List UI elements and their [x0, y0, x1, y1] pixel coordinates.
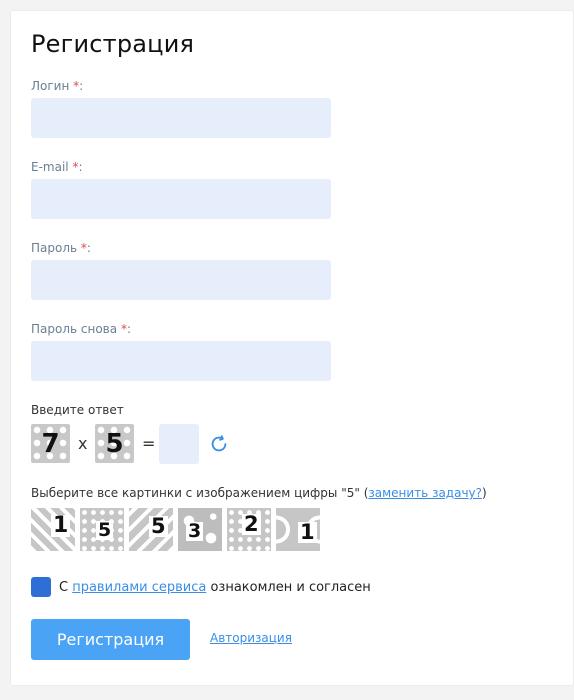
label-colon: :: [126, 322, 131, 336]
captcha-image-tile[interactable]: 1: [31, 508, 75, 551]
captcha-equals: =: [142, 434, 156, 453]
captcha-image-tile[interactable]: 3: [178, 508, 222, 551]
tile-digit: 3: [186, 520, 204, 542]
captcha-image-tile[interactable]: 2: [227, 508, 271, 551]
agreement-text: С правилами сервиса ознакомлен и согласе…: [59, 580, 371, 595]
tile-digit: 5: [149, 514, 168, 538]
agreement-prefix: С: [59, 580, 73, 595]
login-label: Логин *:: [31, 79, 83, 93]
login-input[interactable]: [31, 98, 331, 138]
password-label-text: Пароль: [31, 241, 78, 255]
login-link[interactable]: Авторизация: [210, 631, 292, 645]
tile-digit: 2: [242, 512, 261, 536]
captcha-label: Введите ответ: [31, 403, 124, 417]
password-input[interactable]: [31, 260, 331, 300]
email-label-text: E-mail: [31, 160, 69, 174]
captcha-operand-b: 5: [95, 424, 134, 463]
captcha-image-tile[interactable]: 1: [276, 508, 320, 551]
password-label: Пароль *:: [31, 241, 91, 255]
captcha-image-tile[interactable]: 5: [80, 508, 124, 551]
label-colon: :: [78, 160, 83, 174]
email-input[interactable]: [31, 179, 331, 219]
password-repeat-input[interactable]: [31, 341, 331, 381]
register-button[interactable]: Регистрация: [31, 619, 190, 660]
refresh-icon[interactable]: [208, 433, 230, 455]
email-label: E-mail *:: [31, 160, 83, 174]
tile-digit: 5: [96, 519, 114, 541]
agreement-suffix: ознакомлен и согласен: [206, 580, 371, 595]
page-title: Регистрация: [31, 30, 195, 58]
image-captcha-prompt-end: ): [482, 486, 487, 500]
label-colon: :: [86, 241, 91, 255]
captcha-image-tile[interactable]: 5: [129, 508, 173, 551]
password-repeat-label: Пароль снова *:: [31, 322, 131, 336]
password-repeat-label-text: Пароль снова: [31, 322, 118, 336]
service-rules-link[interactable]: правилами сервиса: [72, 580, 206, 595]
tile-digit: 1: [51, 513, 71, 538]
change-task-link[interactable]: заменить задачу?: [368, 486, 482, 500]
captcha-answer-input[interactable]: [159, 424, 199, 464]
captcha-operator: x: [78, 434, 88, 453]
captcha-operand-a: 7: [31, 424, 70, 463]
image-captcha-prompt-text: Выберите все картинки с изображением циф…: [31, 486, 369, 500]
tile-digit: 1: [298, 520, 317, 544]
image-captcha-prompt: Выберите все картинки с изображением циф…: [31, 486, 487, 500]
login-label-text: Логин: [31, 79, 70, 93]
agreement-checkbox[interactable]: [31, 577, 51, 597]
label-colon: :: [79, 79, 84, 93]
